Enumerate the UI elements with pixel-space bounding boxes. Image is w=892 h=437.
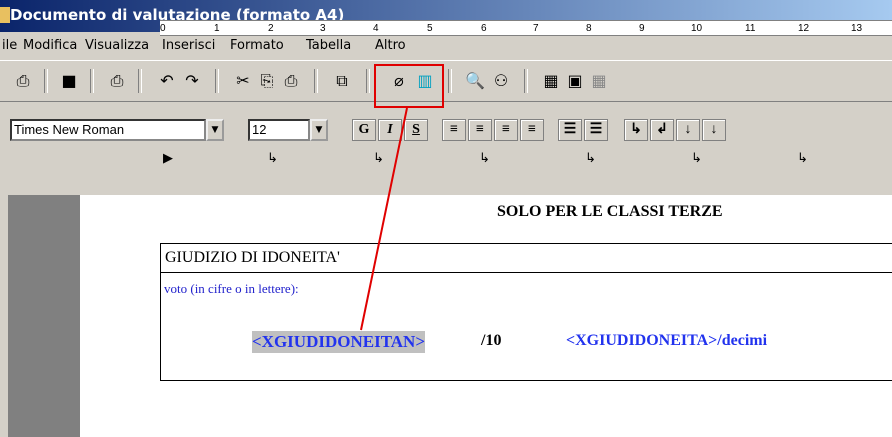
toolbar-separator [90,69,94,93]
insert-table-icon[interactable]: ▦ [540,70,562,92]
paste-icon[interactable]: ⎙ [280,70,302,92]
toolbar-separator [138,69,142,93]
align-center-icon[interactable]: ≡ [494,119,518,141]
ruler-number: 9 [639,23,645,34]
ruler-number: 10 [691,23,703,34]
bold-button[interactable]: G [352,119,376,141]
ruler-number: 7 [533,23,539,34]
tab-decimal-icon[interactable]: ↓ [702,119,726,141]
chevron-down-icon[interactable]: ▼ [206,119,224,141]
highlight-box [374,64,444,108]
left-margin-pane [8,195,80,437]
ruler-number: 6 [481,23,487,34]
table-rule [160,272,892,273]
insert-field-icon[interactable]: ⧉ [331,70,353,92]
align-right-icon[interactable]: ≡ [468,119,492,141]
tab-stop[interactable]: ↳ [479,152,490,165]
ruler-scale[interactable]: 0 1 2 3 4 5 6 7 8 9 10 11 12 13 [160,20,892,36]
ruler-number: 5 [427,23,433,34]
toolbar-separator [215,69,219,93]
align-left-icon[interactable]: ≡ [442,119,466,141]
menu-modifica[interactable]: Modifica [23,38,77,53]
menu-altro[interactable]: Altro [375,38,406,53]
tab-stop[interactable]: ↳ [691,152,702,165]
menu-bar: ile Modifica Visualizza Inserisci Format… [0,33,892,59]
format-toolbar: Times New Roman ▼ 12 ▼ G I S ≡ ≡ ≡ ≡ ☰ ☰… [0,112,892,148]
ruler: ▶ ↳ ↳ ↳ ↳ ↳ ↳ [0,148,892,188]
menu-formato[interactable]: Formato [230,38,284,53]
menu-inserisci[interactable]: Inserisci [162,38,215,53]
font-size-select[interactable]: 12 [248,119,310,141]
standard-toolbar: ⎙ ■ ⎙ ↶ ↷ ✂ ⎘ ⎙ ⧉ ⌀ ▥ 🔍 ⚇ ▦ ▣ ▦ [0,60,892,102]
app-icon[interactable] [0,7,10,23]
redo-icon[interactable]: ↷ [181,70,203,92]
indent-marker[interactable]: ▶ [163,152,173,165]
ruler-number: 3 [320,23,326,34]
table-properties-icon[interactable]: ▣ [564,70,586,92]
ruler-number: 0 [160,23,166,34]
tab-stop[interactable]: ↳ [797,152,808,165]
underline-button[interactable]: S [404,119,428,141]
ruler-number: 11 [745,23,756,34]
merge-field-suffix: /10 [481,332,502,349]
align-justify-icon[interactable]: ≡ [520,119,544,141]
merge-field-text[interactable]: <XGIUDIDONEITA>/decimi [566,332,767,350]
undo-icon[interactable]: ↶ [156,70,178,92]
ruler-number: 13 [851,23,863,34]
italic-button[interactable]: I [378,119,402,141]
ruler-number: 8 [586,23,592,34]
toolbar-separator [314,69,318,93]
tab-right-icon[interactable]: ↲ [650,119,674,141]
voto-label: voto (in cifre o in lettere): [164,281,299,296]
toolbar-separator [448,69,452,93]
ruler-number: 12 [798,23,810,34]
ruler-number: 4 [373,23,379,34]
tab-stop[interactable]: ↳ [373,152,384,165]
tab-left-icon[interactable]: ↳ [624,119,648,141]
ruler-number: 2 [268,23,274,34]
table-title: GIUDIZIO DI IDONEITA' [165,249,340,266]
tab-center-icon[interactable]: ↓ [676,119,700,141]
toolbar-separator [366,69,370,93]
bullet-list-icon[interactable]: ☰ [584,119,608,141]
section-heading: SOLO PER LE CLASSI TERZE [497,203,723,220]
print-icon[interactable]: ⎙ [106,70,128,92]
menu-visualizza[interactable]: Visualizza [85,38,149,53]
save-icon[interactable]: ■ [58,70,80,92]
menu-tabella[interactable]: Tabella [306,38,351,53]
ruler-number: 1 [214,23,220,34]
exit-icon[interactable]: ⎙ [12,70,34,92]
numbered-list-icon[interactable]: ☰ [558,119,582,141]
table-grid-icon[interactable]: ▦ [588,70,610,92]
merge-field-number[interactable]: <XGIUDIDONEITAN> [252,331,426,353]
font-name-select[interactable]: Times New Roman [10,119,206,141]
chevron-down-icon[interactable]: ▼ [310,119,328,141]
find-icon[interactable]: 🔍 [464,70,486,92]
toolbar-separator [524,69,528,93]
tab-stop[interactable]: ↳ [585,152,596,165]
toolbar-separator [44,69,48,93]
copy-icon[interactable]: ⎘ [256,70,278,92]
tab-stop[interactable]: ↳ [267,152,278,165]
find-replace-icon[interactable]: ⚇ [490,70,512,92]
menu-file[interactable]: ile [2,38,17,53]
cut-icon[interactable]: ✂ [232,70,254,92]
